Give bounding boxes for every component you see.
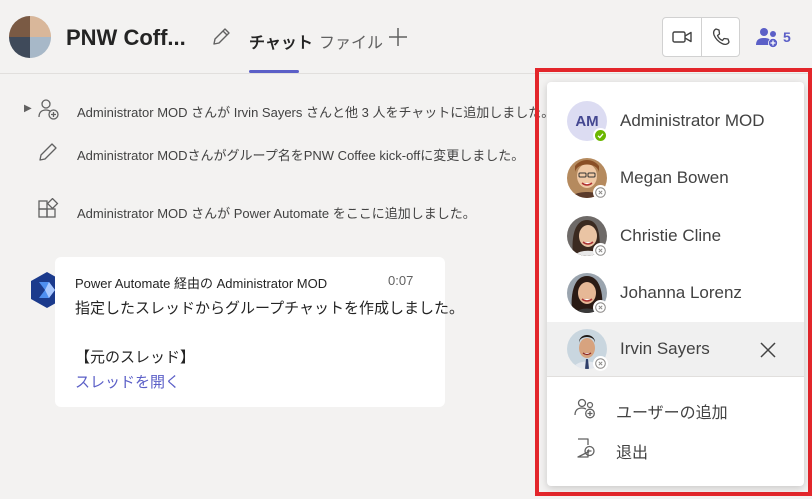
group-avatar[interactable]: [9, 16, 51, 58]
pencil-icon: [39, 143, 57, 161]
participant-name: Megan Bowen: [620, 168, 729, 187]
message-text: 【元のスレッド】: [75, 349, 196, 366]
participant-name: Irvin Sayers: [620, 339, 710, 358]
audio-call-button[interactable]: [702, 18, 740, 56]
system-message-text: Administrator MODさんがグループ名をPNW Coffee kic…: [77, 148, 525, 163]
participant-item[interactable]: Megan Bowen: [547, 151, 804, 205]
expand-caret-icon[interactable]: ▶: [24, 103, 32, 114]
message-sender: Power Automate 経由の Administrator MOD: [75, 276, 328, 291]
message-card: Power Automate 経由の Administrator MOD 0:0…: [55, 257, 464, 407]
participant-item[interactable]: AM Administrator MOD: [547, 94, 804, 148]
add-user-button[interactable]: ユーザーの追加: [547, 390, 804, 426]
participant-item[interactable]: Johanna Lorenz: [547, 266, 804, 320]
participant-name: Christie Cline: [620, 226, 722, 245]
status-offline-icon: [593, 300, 608, 315]
participants-count: 5: [783, 29, 791, 45]
add-user-label: ユーザーの追加: [616, 405, 728, 422]
status-offline-icon: [593, 356, 608, 371]
active-tab-indicator: [249, 70, 299, 73]
status-offline-icon: [593, 185, 608, 200]
participant-item[interactable]: Christie Cline: [547, 209, 804, 263]
people-icon: [756, 28, 778, 48]
participant-name: Administrator MOD: [620, 111, 765, 130]
message-time: 0:07: [388, 273, 414, 288]
phone-icon: [712, 28, 730, 45]
call-buttons: [662, 17, 740, 57]
status-available-icon: [593, 128, 608, 143]
chat-header: PNW Coff... チャット ファイル 5: [0, 0, 812, 74]
remove-participant-close-icon[interactable]: [757, 339, 779, 361]
participant-item[interactable]: Irvin Sayers: [547, 322, 804, 376]
apps-icon: [38, 198, 59, 218]
leave-button[interactable]: 退出: [547, 430, 804, 466]
open-thread-link[interactable]: スレッドを開く: [75, 371, 180, 392]
leave-label: 退出: [616, 445, 649, 462]
participants-flyout: AM Administrator MOD Megan Bowen Christi…: [547, 82, 804, 486]
tab-chat[interactable]: チャット: [249, 29, 313, 53]
edit-name-icon[interactable]: [210, 26, 232, 48]
add-tab-icon[interactable]: [387, 26, 409, 48]
system-message-text: Administrator MOD さんが Irvin Sayers さんと他 …: [77, 105, 555, 120]
participants-button[interactable]: 5: [754, 22, 798, 52]
participant-name: Johanna Lorenz: [620, 283, 742, 302]
divider: [547, 376, 804, 377]
system-message-text: Administrator MOD さんが Power Automate をここ…: [77, 206, 476, 221]
chat-title[interactable]: PNW Coff...: [66, 25, 186, 51]
video-camera-icon: [672, 31, 692, 43]
video-call-button[interactable]: [663, 18, 701, 56]
leave-icon: [577, 438, 595, 458]
tab-files[interactable]: ファイル: [319, 29, 383, 53]
status-offline-icon: [593, 243, 608, 258]
add-person-icon: [38, 99, 59, 120]
add-user-icon: [574, 398, 595, 419]
message-text: 指定したスレッドからグループチャットを作成しました。: [75, 300, 464, 317]
